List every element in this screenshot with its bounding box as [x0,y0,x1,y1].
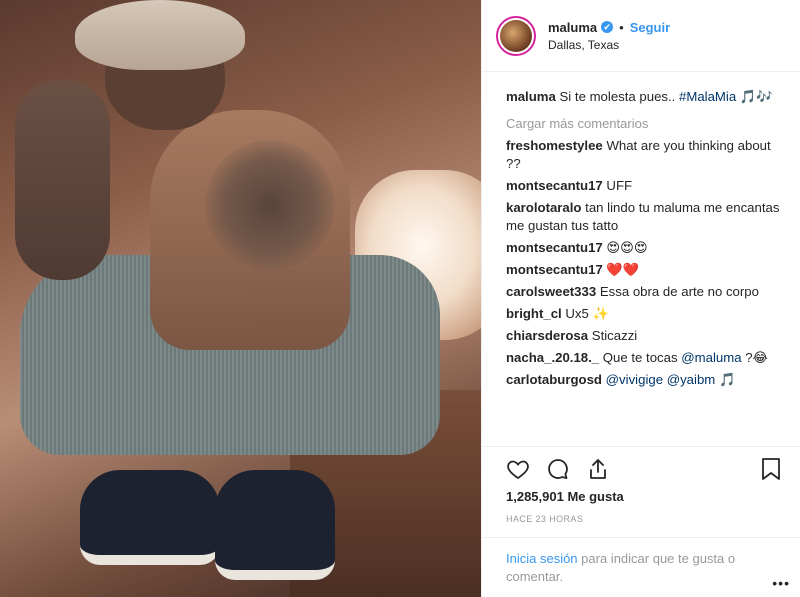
list-item: chiarsderosa Sticazzi [506,327,781,345]
comment-username[interactable]: chiarsderosa [506,328,588,343]
username-link[interactable]: maluma [548,20,597,35]
comment-text: Ux5 ✨ [565,306,609,321]
caption-hashtag[interactable]: #MalaMia [679,89,736,104]
comment-username[interactable]: carolsweet333 [506,284,596,299]
comment-text: ❤️❤️ [606,262,640,277]
comment-username[interactable]: freshomestylee [506,138,603,153]
comment-text: Essa obra de arte no corpo [599,284,759,299]
avatar[interactable] [496,15,536,56]
post-header: maluma ✔ • Seguir Dallas, Texas [482,0,800,72]
post-side-panel: maluma ✔ • Seguir Dallas, Texas maluma S… [481,0,800,597]
post-timestamp[interactable]: HACE 23 HORAS [506,514,583,524]
list-item: montsecantu17 UFF [506,177,781,195]
person-hat [75,0,245,70]
list-item: nacha_.20.18._ Que te tocas @maluma ?😂 [506,349,781,367]
caption-emoji: 🎵🎶 [739,89,773,104]
chest-tattoo [205,140,335,270]
comment-username[interactable]: carlotaburgosd [506,372,602,387]
action-bar [482,446,800,490]
login-link[interactable]: Inicia sesión [506,551,578,566]
comments-list[interactable]: maluma Si te molesta pues.. #MalaMia 🎵🎶 … [482,88,800,442]
caption: maluma Si te molesta pues.. #MalaMia 🎵🎶 [506,88,781,106]
comment-username[interactable]: montsecantu17 [506,178,603,193]
comment-mention[interactable]: @maluma [681,350,741,365]
verified-icon: ✔ [601,21,614,33]
separator-dot: • [619,19,624,35]
comment-username[interactable]: nacha_.20.18._ [506,350,599,365]
share-icon[interactable] [584,455,612,483]
follow-button[interactable]: Seguir [630,20,670,35]
post-photo[interactable] [0,0,481,597]
list-item: carlotaburgosd @vivigige @yaibm 🎵 [506,371,781,389]
list-item: montsecantu17 ❤️❤️ [506,261,781,279]
comment-username[interactable]: karolotaralo [506,200,582,215]
comment-text: 😍😍😍 [606,240,648,255]
comment-suffix: 🎵 [718,372,736,387]
load-more-comments-button[interactable]: Cargar más comentarios [506,116,781,131]
comment-username[interactable]: montsecantu17 [506,240,603,255]
tattooed-arm [15,80,110,280]
like-count[interactable]: 1,285,901 Me gusta [506,489,624,504]
caption-text: Si te molesta pues.. [559,89,676,104]
list-item: freshomestylee What are you thinking abo… [506,137,781,173]
comment-username[interactable]: montsecantu17 [506,262,603,277]
comment-suffix: ?😂 [745,350,768,365]
bookmark-icon[interactable] [757,455,785,483]
more-options-icon[interactable]: ••• [772,575,790,591]
location-link[interactable]: Dallas, Texas [548,38,670,52]
login-prompt: Inicia sesión para indicar que te gusta … [482,537,800,586]
left-sneaker [80,470,220,565]
list-item: montsecantu17 😍😍😍 [506,239,781,257]
comment-mention[interactable]: @vivigige @yaibm [606,372,716,387]
list-item: carolsweet333 Essa obra de arte no corpo [506,283,781,301]
comment-icon[interactable] [544,455,572,483]
comment-text: Sticazzi [591,328,638,343]
heart-icon[interactable] [504,455,532,483]
comment-text: UFF [606,178,633,193]
list-item: bright_cl Ux5 ✨ [506,305,781,323]
comment-text: Que te tocas [602,350,678,365]
caption-username[interactable]: maluma [506,89,556,104]
comment-username[interactable]: bright_cl [506,306,562,321]
list-item: karolotaralo tan lindo tu maluma me enca… [506,199,781,235]
right-sneaker [215,470,335,580]
